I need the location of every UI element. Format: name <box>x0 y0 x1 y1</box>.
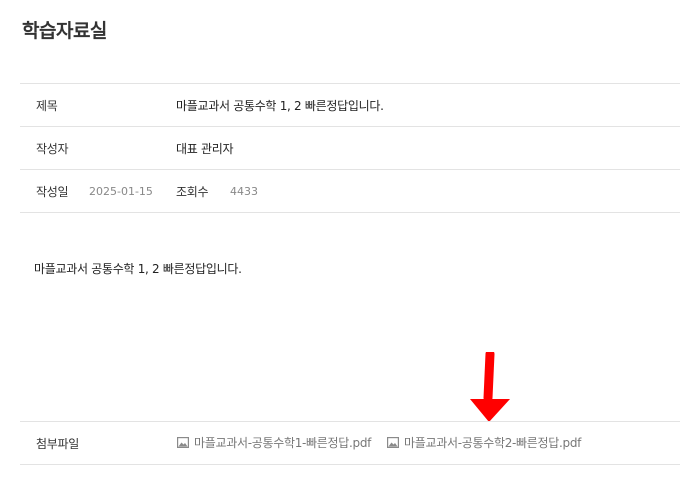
attachment-name[interactable]: 마플교과서-공통수학1-빠른정답.pdf <box>194 434 371 451</box>
attachment-link-1[interactable]: 마플교과서-공통수학1-빠른정답.pdf <box>177 434 371 451</box>
date-label: 작성일 <box>36 185 69 199</box>
author-label: 작성자 <box>36 142 69 156</box>
post-content: 마플교과서 공통수학 1, 2 빠른정답입니다. <box>34 262 242 276</box>
divider <box>20 464 680 465</box>
page-title: 학습자료실 <box>22 20 107 42</box>
divider <box>20 212 680 213</box>
divider <box>20 83 680 84</box>
view-count: 4433 <box>230 185 258 198</box>
divider <box>20 421 680 422</box>
attachment-link-2[interactable]: 마플교과서-공통수학2-빠른정답.pdf <box>387 434 581 451</box>
image-icon <box>387 437 399 448</box>
divider <box>20 126 680 127</box>
attachments-label: 첨부파일 <box>36 437 79 451</box>
title-label: 제목 <box>36 99 58 113</box>
divider <box>20 169 680 170</box>
image-icon <box>177 437 189 448</box>
views-label: 조회수 <box>176 185 209 199</box>
post-date: 2025-01-15 <box>89 185 153 198</box>
attachment-name[interactable]: 마플교과서-공통수학2-빠른정답.pdf <box>404 434 581 451</box>
down-arrow-icon <box>470 352 510 422</box>
post-title: 마플교과서 공통수학 1, 2 빠른정답입니다. <box>176 99 384 113</box>
author-name: 대표 관리자 <box>176 142 234 156</box>
